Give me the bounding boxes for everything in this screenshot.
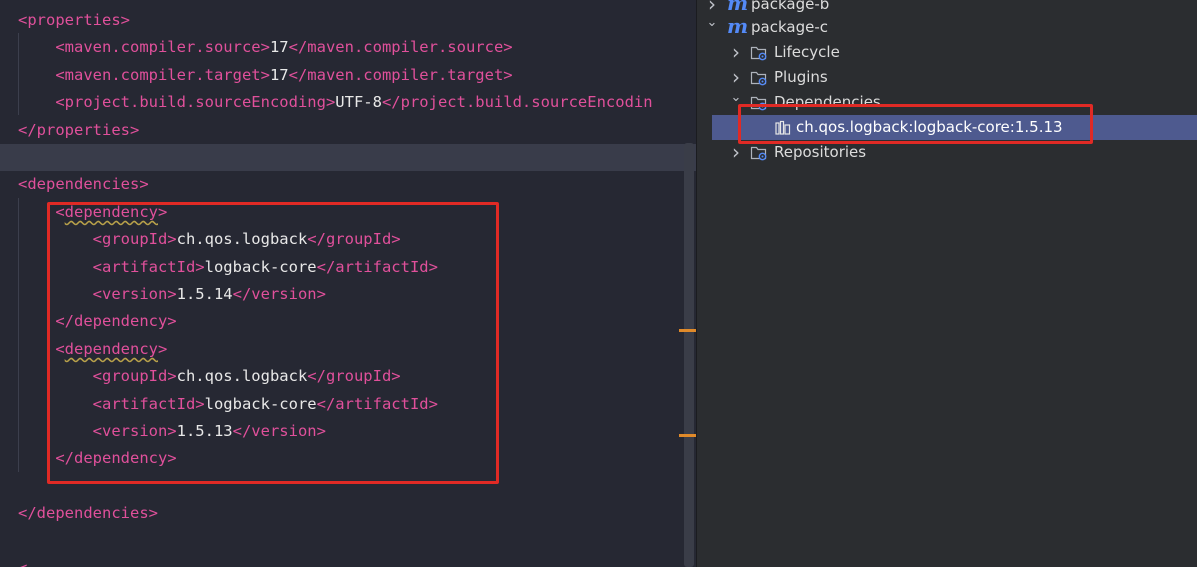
warning-marker[interactable] [679,434,696,437]
maven-module-icon: m [727,0,749,15]
code-text: 17 [269,38,289,57]
maven-module-icon: m [727,14,749,38]
code-line[interactable]: <properties> [18,7,130,34]
code-tag: </dependencies> [18,504,158,523]
annotation-box-dependencies [47,202,499,484]
chevron-right-icon[interactable]: › [729,40,743,65]
code-line[interactable]: < [18,555,27,567]
warning-marker[interactable] [679,329,696,332]
code-tag: <dependencies> [18,175,149,194]
code-line[interactable]: <maven.compiler.source>17</maven.compile… [18,34,513,61]
code-tag: < [18,559,27,567]
chevron-down-icon[interactable]: ⌄ [705,15,719,40]
code-tag: </maven.compiler.source> [288,38,513,57]
code-tag: </maven.compiler.target> [288,65,513,84]
code-line[interactable]: <project.build.sourceEncoding>UTF-8</pro… [18,89,653,116]
code-line[interactable]: </properties> [18,117,139,144]
code-tag: <maven.compiler.target> [18,65,270,84]
tree-row[interactable]: ⌄ m package-c [697,15,1197,40]
tree-row[interactable]: › Lifecycle [697,40,1197,65]
code-tag: </project.build.sourceEncodin [381,93,653,112]
code-tag: </properties> [18,120,140,139]
folder-gear-icon [750,44,768,62]
folder-gear-icon [750,69,768,87]
code-tag: <project.build.sourceEncoding> [18,93,336,112]
code-text: UTF-8 [335,93,382,112]
maven-tool-window: › m package-b ⌄ m package-c › Lifecycle › Plugins… [697,0,1197,567]
tree-row-label: Lifecycle [774,43,840,61]
tree-row[interactable]: › Plugins [697,65,1197,90]
code-line[interactable]: <maven.compiler.target>17</maven.compile… [18,62,513,89]
tree-row-label: Plugins [774,68,828,86]
code-tag: <properties> [18,11,130,29]
code-line[interactable]: </dependencies> [18,500,158,527]
chevron-right-icon[interactable]: › [729,65,743,90]
code-line[interactable]: <dependencies> [18,171,149,198]
current-line-highlight [0,144,697,171]
code-tag: <maven.compiler.source> [18,38,270,57]
folder-gear-icon [750,144,768,162]
code-text: 17 [269,65,289,84]
editor-scrollbar[interactable] [684,143,694,567]
tree-row-label: package-c [751,18,828,36]
code-editor[interactable]: <properties> <maven.compiler.source>17</… [0,0,697,567]
annotation-box-resolved-dependency [738,104,1093,144]
